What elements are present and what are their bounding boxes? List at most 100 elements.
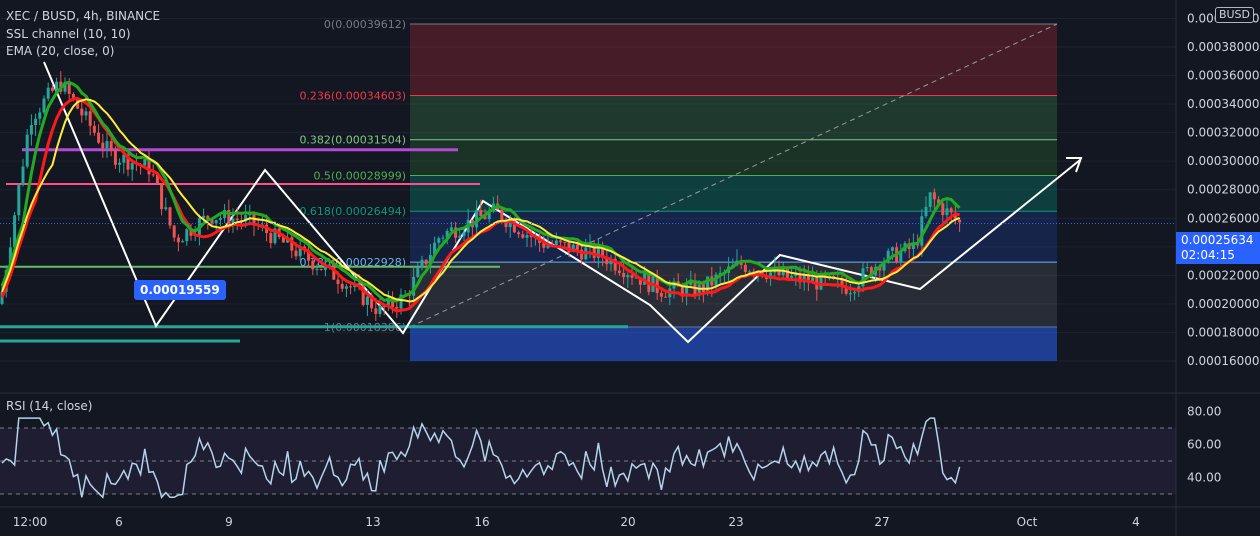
time-tick-label: 27	[874, 515, 889, 529]
candle-body	[617, 270, 621, 274]
candle-body	[374, 308, 378, 314]
candle-body	[151, 174, 155, 176]
fib-zone	[410, 95, 1057, 140]
candle-body	[80, 108, 84, 116]
candle-body	[395, 306, 399, 309]
ema-label[interactable]: EMA (20, close, 0)	[6, 43, 114, 59]
candle-body	[437, 238, 441, 243]
rsi-tick-label: 40.00	[1187, 471, 1221, 485]
fib-extension-zone	[410, 326, 1057, 361]
candle-body	[365, 296, 369, 305]
candle-body	[525, 235, 529, 238]
candle-body	[416, 267, 420, 277]
candle-body	[575, 244, 579, 250]
candle-body	[50, 87, 54, 91]
time-tick-label: 9	[225, 515, 233, 529]
candle-body	[559, 240, 563, 243]
price-callout[interactable]: 0.00019559	[134, 280, 226, 300]
candle-body	[630, 275, 634, 278]
candle-body	[176, 237, 180, 243]
candle-body	[949, 208, 953, 213]
candle-body	[554, 240, 558, 245]
rsi-tick-label: 80.00	[1187, 405, 1221, 419]
candle-body	[626, 275, 630, 278]
currency-badge[interactable]: BUSD	[1214, 7, 1254, 23]
price-tick-label: 0.00038000	[1187, 40, 1260, 54]
rsi-label[interactable]: RSI (14, close)	[6, 398, 92, 414]
fibonacci-retracement[interactable]: 0(0.00039612) 0.236(0.00034603) 0.382(0.00…	[299, 18, 1058, 361]
time-axis[interactable]: 12:00 6 9 13 16 20 23 27 Oct 4	[13, 515, 1140, 529]
candle-body	[378, 305, 382, 314]
candle-body	[743, 264, 747, 273]
candle-body	[21, 166, 25, 185]
candle-body	[38, 112, 42, 119]
candle-body	[853, 292, 857, 294]
candle-body	[42, 98, 46, 113]
candle-body	[319, 268, 323, 270]
ssl-channel-label[interactable]: SSL channel (10, 10)	[6, 26, 131, 42]
price-tick-label: 0.00028000	[1187, 183, 1260, 197]
price-tick-label: 0.00026000	[1187, 211, 1260, 225]
rsi-pane: 80.00 60.00 40.00	[0, 405, 1221, 499]
candle-body	[659, 293, 663, 297]
candle-body	[664, 296, 668, 298]
price-tick-label: 0.00034000	[1187, 97, 1260, 111]
candle-body	[458, 235, 462, 238]
last-price-label: 0.00025634 02:04:15	[1176, 232, 1260, 264]
candle-body	[622, 273, 626, 278]
candle-body	[269, 233, 273, 244]
candle-body	[500, 209, 504, 221]
candle-body	[97, 132, 101, 143]
candle-body	[785, 268, 789, 278]
candle-body	[340, 283, 344, 289]
time-tick-label: 6	[115, 515, 123, 529]
candle-body	[92, 125, 96, 133]
rsi-tick-label: 60.00	[1187, 438, 1221, 452]
candle-body	[941, 203, 945, 216]
candle-body	[113, 149, 117, 165]
candle-body	[164, 207, 168, 210]
candle-body	[928, 192, 932, 207]
time-tick-label: 20	[620, 515, 635, 529]
candle-body	[46, 87, 50, 99]
candle-body	[218, 218, 222, 220]
trading-chart[interactable]: 0(0.00039612) 0.236(0.00034603) 0.382(0.00…	[0, 0, 1260, 536]
candle-body	[25, 134, 29, 167]
fib-level-label: 0(0.00039612)	[324, 18, 406, 31]
symbol-title: XEC / BUSD, 4h, BINANCE	[6, 9, 161, 23]
candle-body	[424, 259, 428, 265]
fib-level-label: 0.618(0.00026494)	[299, 205, 406, 218]
candle-body	[181, 241, 185, 243]
candle-body	[462, 232, 466, 236]
candle-body	[214, 219, 218, 224]
candle-body	[790, 275, 794, 278]
candle-body	[315, 268, 319, 270]
candle-body	[349, 286, 353, 288]
candle-body	[34, 118, 38, 126]
price-tick-label: 0.00020000	[1187, 297, 1260, 311]
candle-body	[958, 219, 962, 223]
candle-body	[748, 271, 752, 273]
candle-body	[172, 225, 176, 238]
candle-body	[88, 111, 92, 126]
candle-body	[29, 125, 33, 135]
fib-level-label: 0.5(0.00028999)	[313, 169, 406, 182]
candle-body	[235, 218, 239, 221]
candle-body	[160, 183, 164, 210]
candle-body	[185, 229, 189, 242]
fib-zone	[410, 24, 1057, 96]
price-tick-label: 0.00036000	[1187, 69, 1260, 83]
candle-body	[420, 259, 424, 268]
candle-body	[168, 207, 172, 226]
price-tick-label: 0.00018000	[1187, 325, 1260, 339]
time-tick-label: 23	[728, 515, 743, 529]
price-axis[interactable]: 0.000400000.000380000.000360000.00034000…	[1187, 11, 1260, 368]
time-tick-label: 16	[474, 515, 489, 529]
candle-body	[118, 162, 122, 165]
candle-body	[479, 210, 483, 217]
candle-body	[865, 267, 869, 269]
price-tick-label: 0.00022000	[1187, 268, 1260, 282]
candle-body	[344, 286, 348, 289]
time-tick-label: 12:00	[13, 515, 48, 529]
candle-body	[294, 250, 298, 257]
